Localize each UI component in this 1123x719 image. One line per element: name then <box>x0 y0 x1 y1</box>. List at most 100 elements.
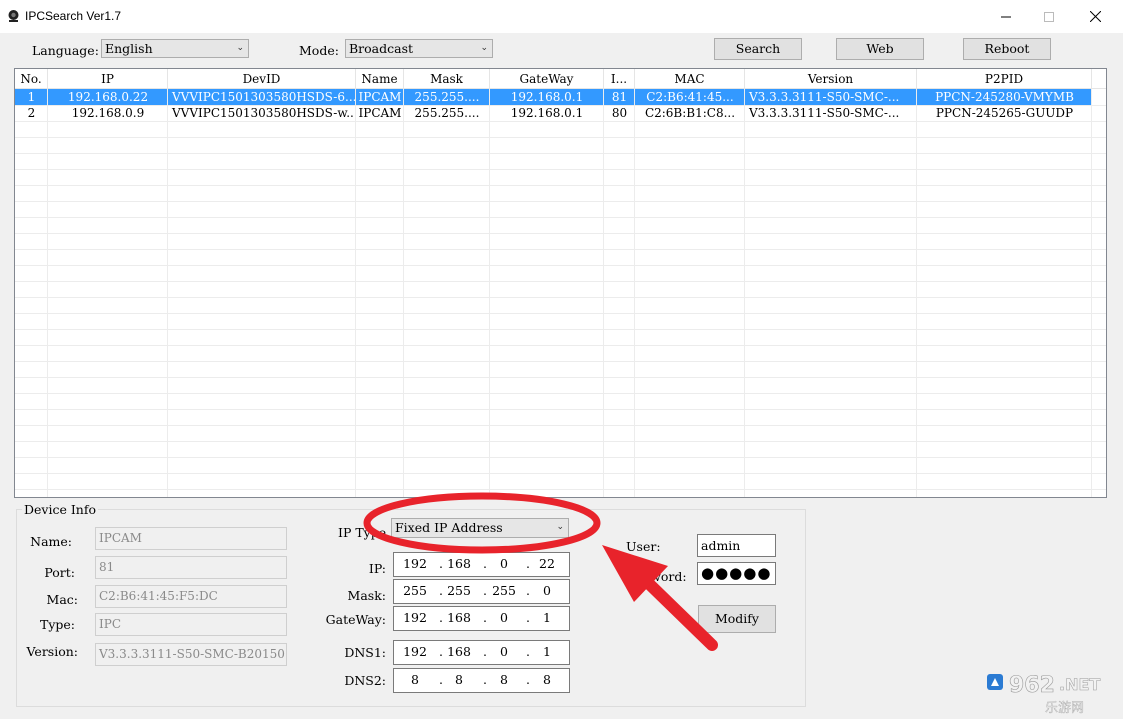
chevron-down-icon: ⌄ <box>236 43 244 53</box>
ip-octet[interactable]: 0 <box>489 644 519 659</box>
ip-separator: . <box>526 583 530 598</box>
dns1-input[interactable]: 192 168 0 1... <box>393 640 570 665</box>
language-label: Language: <box>32 43 99 58</box>
column-header[interactable]: Version <box>745 69 917 89</box>
search-button[interactable]: Search <box>714 38 802 60</box>
maximize-button[interactable] <box>1026 0 1072 33</box>
watermark-number: 962 <box>1009 673 1055 698</box>
web-button[interactable]: Web <box>836 38 924 60</box>
mask-input[interactable]: 255 255 255 0... <box>393 579 570 604</box>
iptype-select[interactable]: Fixed IP Address ⌄ <box>391 518 569 538</box>
column-header[interactable]: P2PID <box>917 69 1092 89</box>
ip-octet[interactable]: 168 <box>444 644 474 659</box>
ip-octet[interactable]: 255 <box>400 583 430 598</box>
modify-button[interactable]: Modify <box>698 605 776 633</box>
reboot-button[interactable]: Reboot <box>963 38 1051 60</box>
ip-separator: . <box>439 644 443 659</box>
dns2-input[interactable]: 8888... <box>393 668 570 693</box>
ip-octet[interactable]: 192 <box>400 610 430 625</box>
chevron-down-icon: ⌄ <box>480 43 488 53</box>
device-list[interactable]: No. IP DevID Name Mask GateWay I... MAC Version P… <box>14 68 1107 498</box>
table-cell: PPCN-245265-GUUDP <box>935 106 1074 120</box>
table-cell: 192.168.0.1 <box>510 90 584 104</box>
ip-separator: . <box>439 583 443 598</box>
ip-octet[interactable]: 0 <box>532 583 562 598</box>
mode-select[interactable]: Broadcast ⌄ <box>345 39 493 58</box>
grid-line <box>15 409 1106 410</box>
ip-octet[interactable]: 1 <box>532 610 562 625</box>
ip-octet[interactable]: 255 <box>489 583 519 598</box>
column-header[interactable]: GateWay <box>490 69 604 89</box>
ip-octet[interactable]: 8 <box>532 672 562 687</box>
ip-separator: . <box>439 672 443 687</box>
table-cell: V3.3.3.3111-S50-SMC-... <box>749 106 900 120</box>
password-input[interactable]: ●●●●● <box>697 562 776 585</box>
column-header[interactable]: Name <box>356 69 404 89</box>
gateway-label: GateWay: <box>325 612 386 627</box>
title-bar: IPCSearch Ver1.7 <box>0 0 1123 33</box>
column-header[interactable]: I... <box>604 69 635 89</box>
ip-separator: . <box>483 610 487 625</box>
column-header[interactable]: Mask <box>404 69 490 89</box>
maximize-icon <box>1044 11 1054 22</box>
table-cell: VVVIPC1501303580HSDS-w... <box>172 106 356 120</box>
grid-line <box>15 233 1106 234</box>
ip-octet[interactable]: 255 <box>444 583 474 598</box>
table-cell: 81 <box>611 90 628 104</box>
table-cell: 255.255.... <box>414 90 480 104</box>
column-header[interactable]: No. <box>15 69 48 89</box>
grid-line <box>355 89 356 497</box>
language-select[interactable]: English ⌄ <box>101 39 249 58</box>
grid-line <box>15 393 1106 394</box>
gateway-input[interactable]: 192 168 0 1... <box>393 606 570 631</box>
table-cell: PPCN-245280-VMYMB <box>935 90 1074 104</box>
grid-line <box>15 441 1106 442</box>
table-cell: 2 <box>27 106 36 120</box>
mode-label: Mode: <box>299 43 339 58</box>
user-input[interactable]: admin <box>697 534 776 557</box>
table-row[interactable]: 1 192.168.0.22 VVVIPC1501303580HSDS-6... IP… <box>15 89 1092 105</box>
camera-app-icon <box>8 10 19 22</box>
ip-octet[interactable]: 168 <box>444 556 474 571</box>
type-field: IPC <box>95 613 287 636</box>
grid-line <box>15 153 1106 154</box>
ip-octet[interactable]: 0 <box>489 556 519 571</box>
port-label: Port: <box>44 565 75 580</box>
table-cell: VVVIPC1501303580HSDS-6... <box>172 90 356 104</box>
ip-separator: . <box>483 672 487 687</box>
ip-octet[interactable]: 0 <box>489 610 519 625</box>
ip-octet[interactable]: 168 <box>444 610 474 625</box>
table-cell: 1 <box>27 90 36 104</box>
iptype-value: Fixed IP Address <box>395 520 503 535</box>
ip-octet[interactable]: 8 <box>489 672 519 687</box>
grid-line <box>15 217 1106 218</box>
device-info-title: Device Info <box>22 502 98 517</box>
minimize-button[interactable] <box>983 0 1029 33</box>
version-field: V3.3.3.3111-S50-SMC-B20150 <box>95 643 287 666</box>
name-label: Name: <box>30 534 72 549</box>
ip-octet[interactable]: 192 <box>400 644 430 659</box>
column-header[interactable]: MAC <box>635 69 745 89</box>
grid-line <box>15 313 1106 314</box>
table-row[interactable]: 2 192.168.0.9 VVVIPC1501303580HSDS-w... IPC… <box>15 105 1092 121</box>
ip-separator: . <box>526 672 530 687</box>
ip-octet[interactable]: 22 <box>532 556 562 571</box>
grid-line <box>15 473 1106 474</box>
mode-value: Broadcast <box>349 41 414 56</box>
ip-octet[interactable]: 1 <box>532 644 562 659</box>
close-button[interactable] <box>1072 0 1118 33</box>
ip-octet[interactable]: 8 <box>444 672 474 687</box>
ip-octet[interactable]: 192 <box>400 556 430 571</box>
ip-address-input[interactable]: 192 168 0 22... <box>393 552 570 577</box>
language-value: English <box>105 41 153 56</box>
table-cell: V3.3.3.3111-S50-SMC-... <box>749 90 900 104</box>
column-header[interactable]: IP <box>48 69 168 89</box>
grid-line <box>403 89 404 497</box>
list-header: No. IP DevID Name Mask GateWay I... MAC Version P… <box>15 69 1106 89</box>
grid-line <box>15 329 1106 330</box>
ip-octet[interactable]: 8 <box>400 672 430 687</box>
grid-line <box>15 457 1106 458</box>
column-header[interactable]: DevID <box>168 69 356 89</box>
grid-line <box>15 361 1106 362</box>
ip-separator: . <box>526 610 530 625</box>
